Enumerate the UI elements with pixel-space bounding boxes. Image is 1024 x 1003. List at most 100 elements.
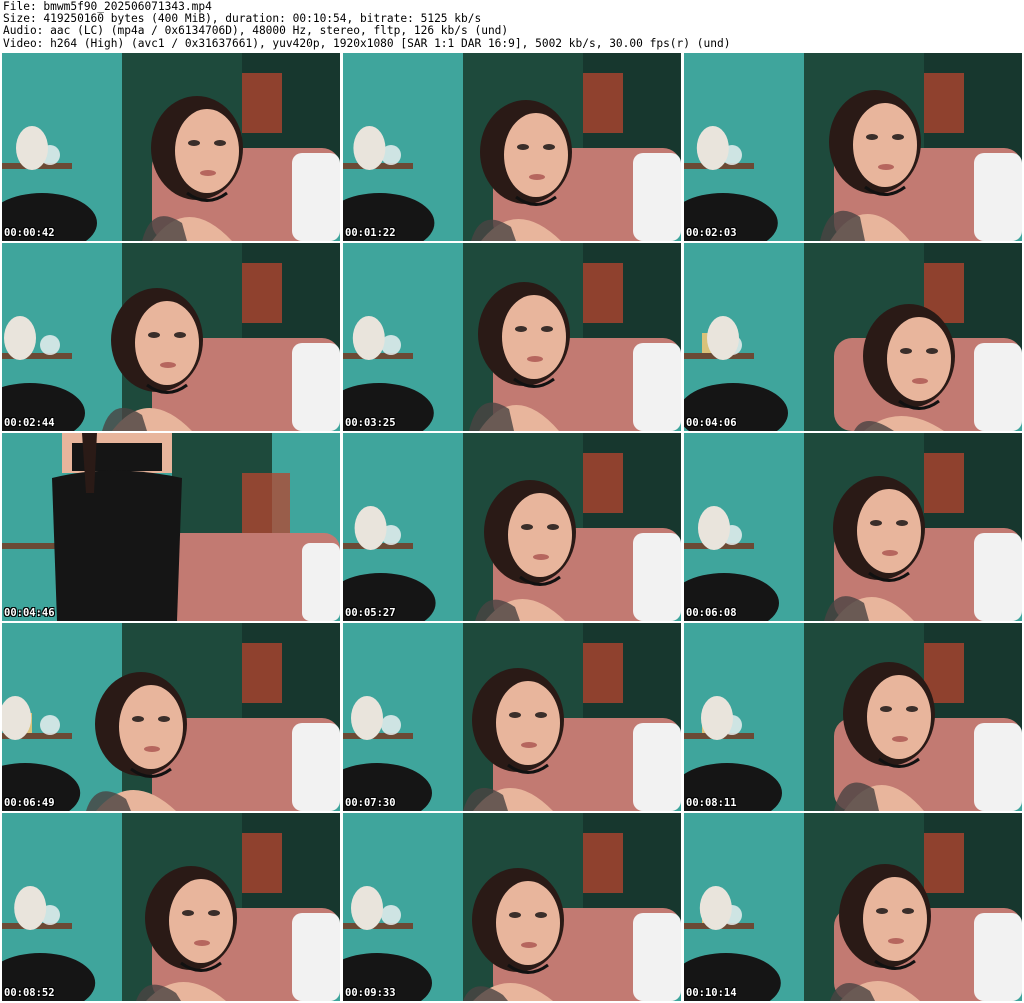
laptop-screen bbox=[633, 343, 681, 431]
laptop-screen bbox=[292, 153, 340, 241]
laptop-screen bbox=[633, 913, 681, 1001]
thumbnail-timestamp: 00:00:42 bbox=[4, 227, 55, 239]
lips bbox=[144, 746, 160, 752]
leggings bbox=[52, 470, 182, 621]
thumbnail-timestamp: 00:09:33 bbox=[345, 987, 396, 999]
lips bbox=[521, 942, 537, 948]
right-eye bbox=[208, 910, 220, 916]
right-eye bbox=[543, 144, 555, 150]
left-eye bbox=[188, 140, 200, 146]
video-thumbnail[interactable]: 00:02:44 bbox=[2, 243, 340, 431]
left-eye bbox=[509, 912, 521, 918]
lips bbox=[160, 362, 176, 368]
video-thumbnail[interactable]: 00:01:22 bbox=[343, 53, 681, 241]
glass-globe bbox=[40, 715, 60, 735]
thumbnail-timestamp: 00:05:27 bbox=[345, 607, 396, 619]
video-frame-image bbox=[343, 53, 681, 241]
right-eye bbox=[892, 134, 904, 140]
left-eye bbox=[521, 524, 533, 530]
thumbnail-timestamp: 00:04:46 bbox=[4, 607, 55, 619]
video-thumbnail[interactable]: 00:03:25 bbox=[343, 243, 681, 431]
video-thumbnail[interactable]: 00:09:33 bbox=[343, 813, 681, 1001]
thumbnail-timestamp: 00:02:03 bbox=[686, 227, 737, 239]
wall-poster bbox=[583, 453, 623, 513]
video-frame-image bbox=[684, 813, 1022, 1001]
video-frame-image bbox=[2, 243, 340, 431]
face bbox=[135, 301, 199, 385]
video-thumbnail[interactable]: 00:07:30 bbox=[343, 623, 681, 811]
video-thumbnail[interactable]: 00:06:08 bbox=[684, 433, 1022, 621]
lips bbox=[878, 164, 894, 170]
lips bbox=[194, 940, 210, 946]
video-thumbnail[interactable]: 00:04:46 bbox=[2, 433, 340, 621]
left-eye bbox=[182, 910, 194, 916]
size-duration-line: Size: 419250160 bytes (400 MiB), duratio… bbox=[3, 13, 482, 26]
lips bbox=[888, 938, 904, 944]
video-frame-image bbox=[2, 433, 340, 621]
thumbnail-timestamp: 00:06:49 bbox=[4, 797, 55, 809]
lips bbox=[200, 170, 216, 176]
left-eye bbox=[876, 908, 888, 914]
wall-poster bbox=[583, 73, 623, 133]
video-frame-image bbox=[343, 623, 681, 811]
thumbnail-timestamp: 00:04:06 bbox=[686, 417, 737, 429]
video-frame-image bbox=[2, 623, 340, 811]
left-eye bbox=[515, 326, 527, 332]
video-thumbnail[interactable]: 00:00:42 bbox=[2, 53, 340, 241]
laptop-screen bbox=[974, 533, 1022, 621]
thumbnail-timestamp: 00:03:25 bbox=[345, 417, 396, 429]
video-thumbnail[interactable]: 00:06:49 bbox=[2, 623, 340, 811]
sock-feet bbox=[352, 316, 385, 360]
laptop-screen bbox=[974, 913, 1022, 1001]
face bbox=[867, 675, 931, 759]
laptop-screen bbox=[974, 153, 1022, 241]
wall-poster bbox=[242, 643, 282, 703]
wall-poster bbox=[583, 263, 623, 323]
wall-poster bbox=[583, 833, 623, 893]
right-eye bbox=[547, 524, 559, 530]
file-info-header: File: bmwm5f90_202506071343.mp4 Size: 41… bbox=[3, 1, 1021, 50]
left-eye bbox=[900, 348, 912, 354]
video-thumbnail[interactable]: 00:08:52 bbox=[2, 813, 340, 1001]
lips bbox=[892, 736, 908, 742]
sock-feet bbox=[701, 696, 733, 740]
video-thumbnail[interactable]: 00:10:14 bbox=[684, 813, 1022, 1001]
wall-shelf bbox=[2, 543, 62, 549]
laptop-screen bbox=[633, 533, 681, 621]
video-frame-image bbox=[684, 53, 1022, 241]
sock-feet bbox=[351, 696, 383, 740]
lips bbox=[533, 554, 549, 560]
wall-poster bbox=[924, 453, 964, 513]
right-eye bbox=[541, 326, 553, 332]
sock-feet bbox=[707, 316, 739, 360]
thumbnail-timestamp: 00:01:22 bbox=[345, 227, 396, 239]
laptop-screen bbox=[633, 153, 681, 241]
right-eye bbox=[535, 912, 547, 918]
sock-feet bbox=[353, 126, 386, 170]
laptop-screen bbox=[974, 343, 1022, 431]
wall-poster bbox=[924, 73, 964, 133]
left-eye bbox=[517, 144, 529, 150]
face bbox=[863, 877, 927, 961]
video-thumbnail[interactable]: 00:05:27 bbox=[343, 433, 681, 621]
video-thumbnail[interactable]: 00:04:06 bbox=[684, 243, 1022, 431]
video-thumbnail[interactable]: 00:02:03 bbox=[684, 53, 1022, 241]
face bbox=[496, 681, 560, 765]
audio-info-line: Audio: aac (LC) (mp4a / 0x6134706D), 480… bbox=[3, 25, 509, 38]
laptop-screen bbox=[292, 723, 340, 811]
thumbnail-timestamp: 00:06:08 bbox=[686, 607, 737, 619]
thumbnail-timestamp: 00:08:11 bbox=[686, 797, 737, 809]
right-eye bbox=[174, 332, 186, 338]
video-frame-image bbox=[2, 813, 340, 1001]
wall-poster bbox=[242, 73, 282, 133]
sock-feet bbox=[699, 886, 732, 930]
laptop-screen bbox=[633, 723, 681, 811]
video-thumbnail[interactable]: 00:08:11 bbox=[684, 623, 1022, 811]
left-eye bbox=[148, 332, 160, 338]
sock-feet bbox=[14, 886, 47, 930]
sock-feet bbox=[698, 506, 730, 550]
glass-globe bbox=[381, 715, 401, 735]
video-info-line: Video: h264 (High) (avc1 / 0x31637661), … bbox=[3, 37, 731, 50]
left-eye bbox=[880, 706, 892, 712]
glass-globe bbox=[40, 335, 60, 355]
